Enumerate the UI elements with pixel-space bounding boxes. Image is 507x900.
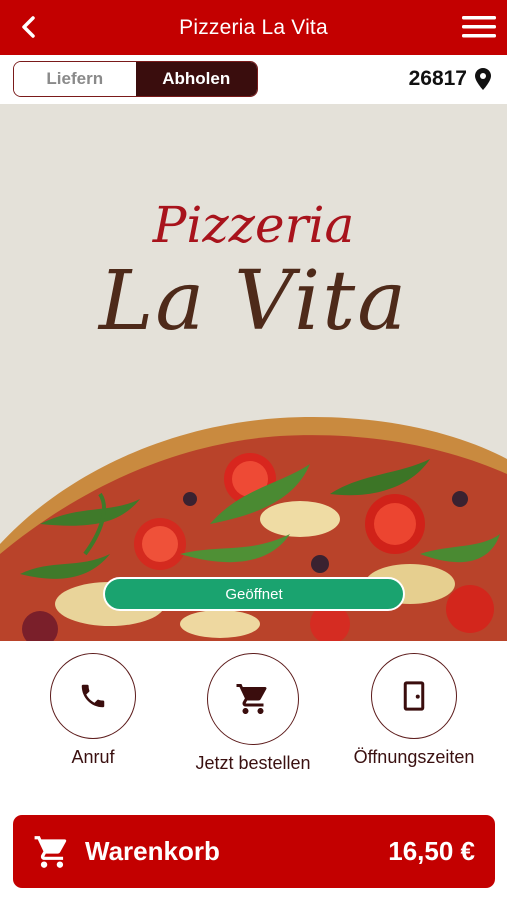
postal-code-selector[interactable]: 26817: [409, 65, 491, 93]
opening-hours-action[interactable]: Öffnungszeiten: [354, 653, 474, 768]
call-label: Anruf: [71, 747, 115, 767]
menu-button[interactable]: [461, 12, 497, 42]
order-now-label: Jetzt bestellen: [195, 753, 311, 773]
cart-label: Warenkorb: [85, 836, 220, 866]
chevron-left-icon: [22, 16, 35, 38]
app-header: Pizzeria La Vita: [0, 0, 507, 55]
logo-text-pizzeria: Pizzeria: [152, 196, 355, 254]
opening-hours-label: Öffnungszeiten: [353, 747, 475, 767]
opening-hours-button[interactable]: [371, 653, 457, 739]
open-status-badge: Geöffnet: [103, 577, 405, 611]
postal-code: 26817: [408, 67, 467, 90]
call-action[interactable]: Anruf: [50, 653, 136, 768]
delivery-option[interactable]: Liefern: [14, 62, 136, 96]
cart-bar[interactable]: Warenkorb 16,50 €: [13, 815, 495, 888]
logo-text-la-vita: La Vita: [98, 254, 409, 349]
order-mode-toggle: Liefern Abholen: [13, 61, 258, 97]
door-icon: [403, 681, 425, 711]
order-mode-bar: Liefern Abholen 26817: [0, 55, 507, 104]
back-button[interactable]: [14, 12, 44, 42]
page-title: Pizzeria La Vita: [179, 15, 328, 39]
shopping-cart-icon: [236, 684, 267, 714]
hero-banner: Pizzeria La Vita Geöffnet: [0, 104, 507, 641]
call-button[interactable]: [50, 653, 136, 739]
cart-icon-wrapper: [33, 833, 71, 871]
shopping-cart-icon: [34, 835, 67, 868]
cart-total: 16,50 €: [388, 836, 475, 866]
quick-actions: Anruf Jetzt bestellen Öffnungszeiten: [0, 641, 507, 801]
phone-icon: [81, 684, 105, 708]
order-now-action[interactable]: Jetzt bestellen: [195, 653, 311, 774]
location-pin-icon: [475, 68, 491, 90]
order-now-button[interactable]: [207, 653, 299, 745]
hamburger-menu-icon: [462, 16, 496, 38]
pickup-option[interactable]: Abholen: [135, 62, 257, 96]
